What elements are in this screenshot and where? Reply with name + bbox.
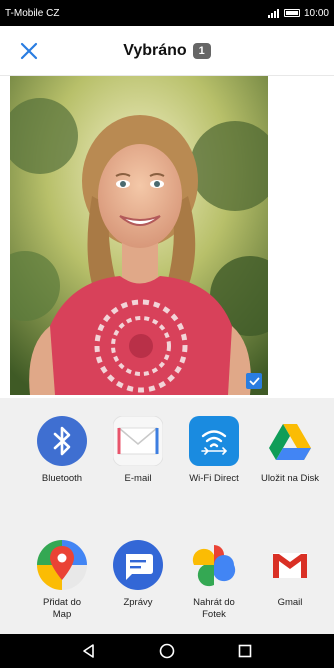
back-triangle-icon [83,644,94,658]
signal-icon [267,8,280,18]
bluetooth-icon [37,416,87,466]
share-app-maps[interactable]: Přidat do Map [22,540,102,621]
messages-icon [113,540,163,590]
share-screen: T-Mobile CZ 10:00 Vybráno 1 Bluetooth E-… [0,0,334,668]
page-title: Vybráno [123,42,187,59]
carrier-label: T-Mobile CZ [5,7,60,19]
google-maps-icon [37,540,87,590]
share-app-label: Zprávy [123,597,153,608]
wifi-direct-icon [189,416,239,466]
battery-icon [283,9,300,17]
checkmark-icon [249,377,259,385]
share-app-photos[interactable]: Nahrát do Fotek [174,540,254,621]
google-drive-icon [265,416,315,466]
share-sheet: Bluetooth E-mail Wi-Fi Direct Uložit na … [0,398,334,634]
share-app-label: E-mail [124,473,152,484]
selected-count-badge: 1 [192,43,211,59]
share-app-wifi-direct[interactable]: Wi-Fi Direct [174,416,254,485]
share-app-gmail[interactable]: Gmail [250,540,330,609]
share-app-messages[interactable]: Zprávy [98,540,178,609]
photo-strip [0,76,334,398]
recents-button[interactable] [232,638,258,664]
google-photos-icon [189,540,239,590]
close-button[interactable] [16,38,42,64]
clock: 10:00 [303,7,329,19]
share-app-drive[interactable]: Uložit na Disk [250,416,330,485]
selected-photo[interactable] [10,76,268,395]
share-app-email[interactable]: E-mail [98,416,178,485]
share-app-label: Přidat do Map [42,597,82,620]
share-app-bluetooth[interactable]: Bluetooth [22,416,102,485]
status-bar: T-Mobile CZ 10:00 [0,0,334,26]
share-app-label: Wi-Fi Direct [189,473,239,484]
close-icon [20,42,38,60]
home-button[interactable] [154,638,180,664]
recents-square-icon [238,644,252,658]
share-app-label: Uložit na Disk [260,473,320,484]
back-button[interactable] [76,638,102,664]
share-app-label: Gmail [277,597,303,608]
navigation-bar [0,634,334,668]
gmail-icon [265,540,315,590]
selected-checkbox[interactable] [246,373,262,389]
share-app-label: Bluetooth [41,473,83,484]
photo-image [10,76,268,395]
share-app-label: Nahrát do Fotek [193,597,235,620]
home-circle-icon [159,643,175,659]
email-icon [113,416,163,466]
selection-header: Vybráno 1 [0,26,334,76]
